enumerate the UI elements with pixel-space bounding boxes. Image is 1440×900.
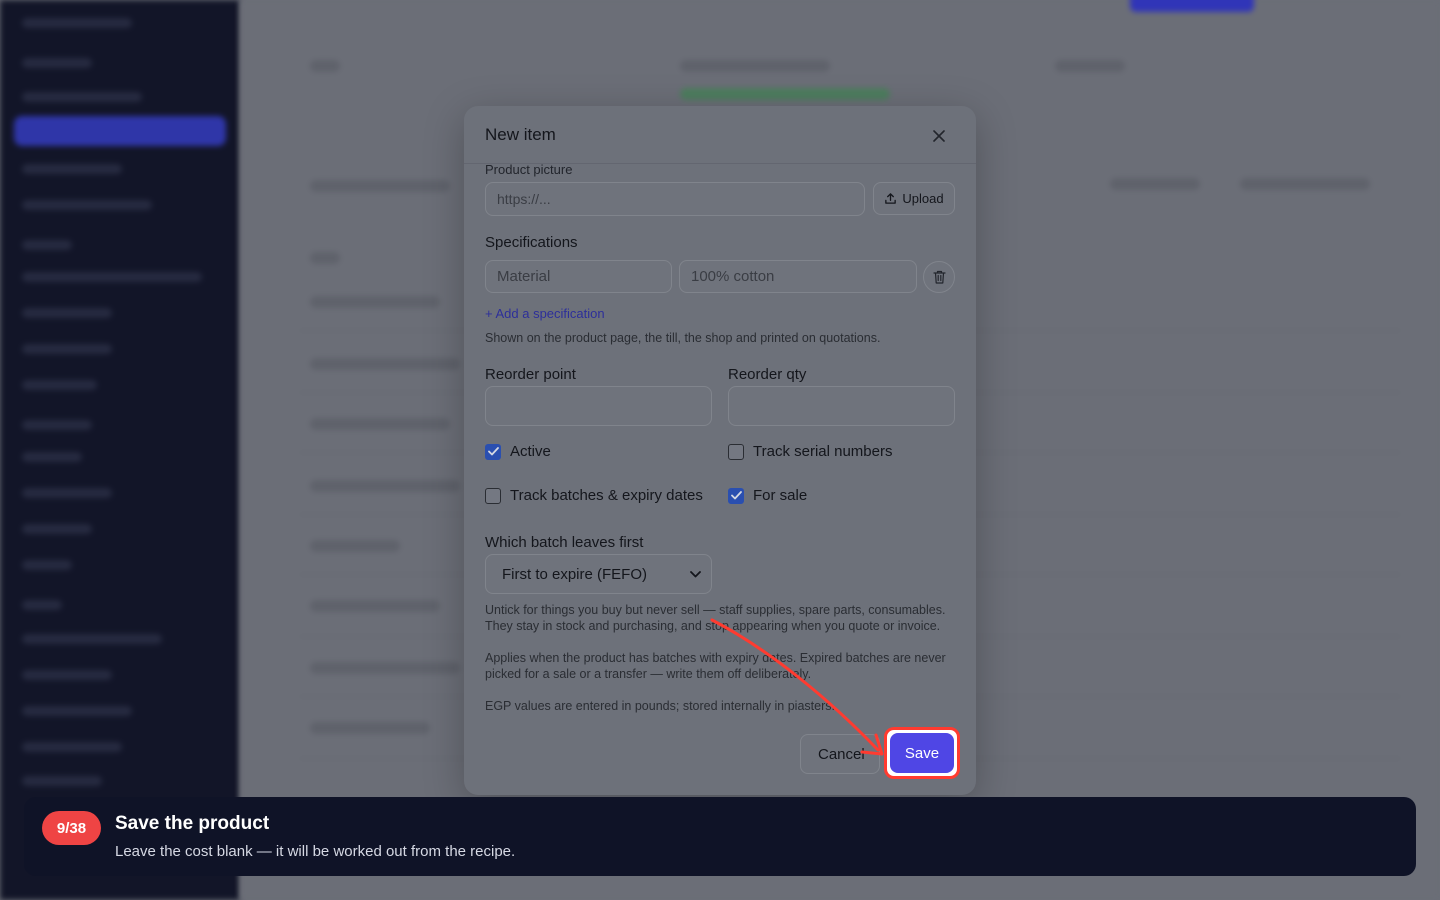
close-icon — [933, 130, 945, 142]
for-sale-label: For sale — [753, 487, 808, 504]
checkbox-checked-icon — [728, 487, 744, 504]
upload-button[interactable]: Upload — [873, 182, 955, 215]
close-button[interactable] — [928, 125, 950, 147]
for-sale-checkbox[interactable]: For sale — [728, 487, 807, 504]
batch-order-select[interactable]: First to expire (FEFO) — [485, 554, 712, 594]
background-sidebar — [0, 0, 240, 900]
track-serial-checkbox[interactable]: Track serial numbers — [728, 443, 892, 460]
checkbox-unchecked-icon — [728, 443, 744, 460]
add-specification-link[interactable]: + Add a specification — [485, 306, 605, 321]
active-label: Active — [510, 443, 551, 460]
tour-step-badge: 9/38 — [42, 811, 101, 845]
track-batches-checkbox[interactable]: Track batches & expiry dates — [485, 487, 703, 504]
dialog-title: New item — [485, 125, 556, 144]
product-picture-url-input[interactable] — [485, 182, 865, 216]
spec-value-input[interactable] — [679, 260, 917, 293]
tour-banner: 9/38 Save the product Leave the cost bla… — [24, 797, 1416, 876]
specifications-label: Specifications — [485, 234, 578, 251]
remove-spec-button[interactable] — [923, 261, 955, 293]
reorder-point-input[interactable] — [485, 386, 712, 426]
pointer-arrow-icon — [710, 618, 884, 756]
tour-description: Leave the cost blank — it will be worked… — [115, 843, 516, 860]
spec-name-input[interactable] — [485, 260, 672, 293]
batch-order-value: First to expire (FEFO) — [502, 565, 648, 583]
upload-icon — [885, 193, 897, 204]
tour-title: Save the product — [115, 813, 270, 834]
reorder-qty-label: Reorder qty — [728, 366, 807, 383]
chevron-down-icon — [690, 570, 701, 577]
product-picture-label: Product picture — [485, 162, 573, 177]
reorder-point-label: Reorder point — [485, 366, 576, 383]
checkbox-checked-icon — [485, 443, 501, 460]
trash-icon — [932, 270, 946, 284]
track-serial-label: Track serial numbers — [753, 443, 893, 460]
track-batches-label: Track batches & expiry dates — [510, 487, 703, 504]
active-checkbox[interactable]: Active — [485, 443, 551, 460]
specifications-help: Shown on the product page, the till, the… — [485, 331, 881, 345]
dialog-header: New item — [464, 106, 976, 164]
batch-order-label: Which batch leaves first — [485, 534, 644, 551]
save-button[interactable]: Save — [890, 733, 954, 773]
upload-label: Upload — [902, 191, 944, 206]
checkbox-unchecked-icon — [485, 487, 501, 504]
reorder-qty-input[interactable] — [728, 386, 955, 426]
